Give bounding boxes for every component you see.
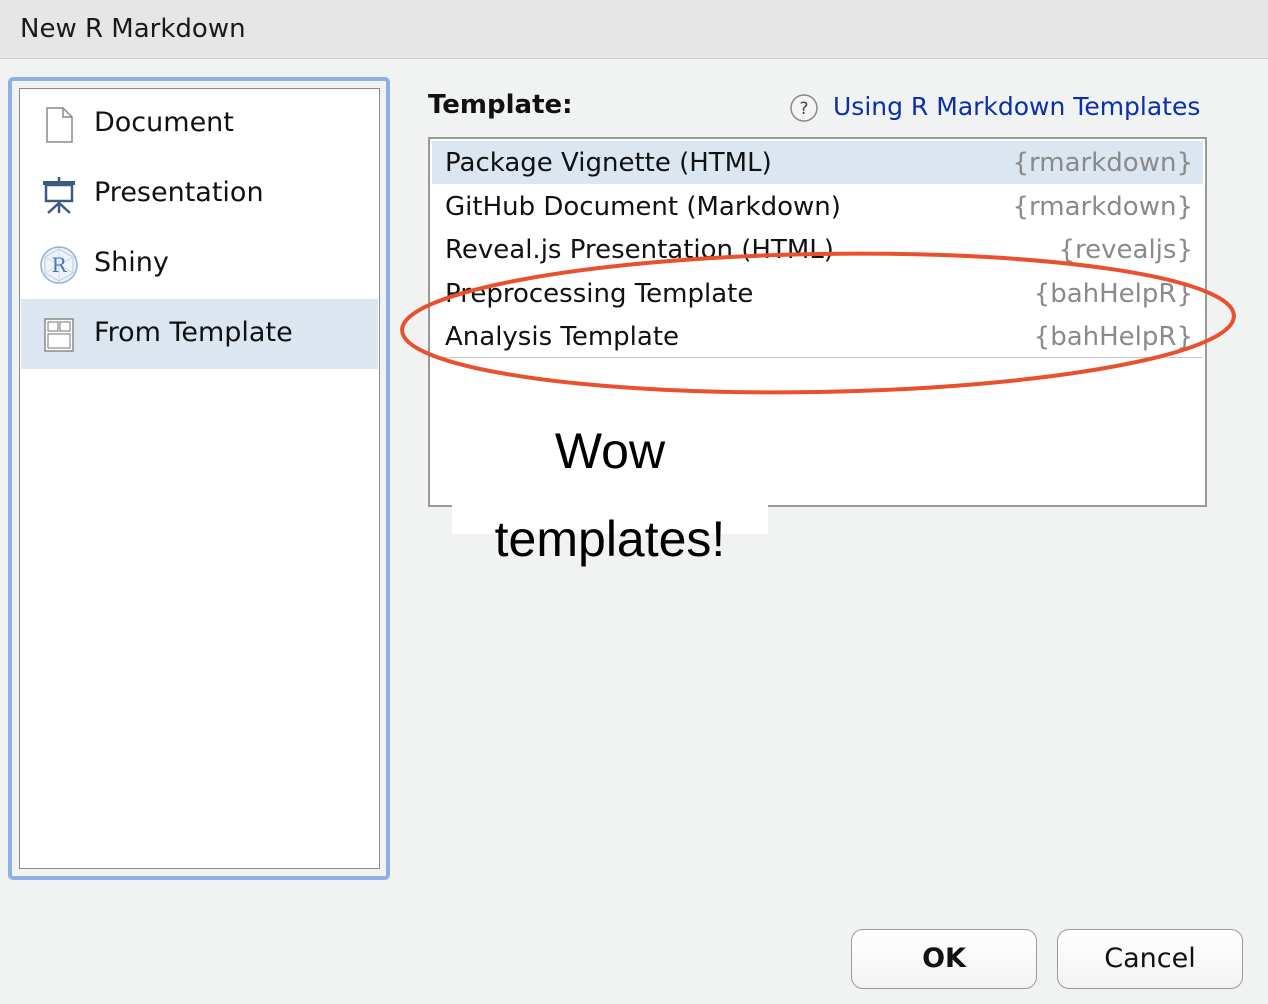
sidebar-item-label: Document	[94, 107, 234, 138]
sidebar-item-document[interactable]: Document	[21, 89, 378, 159]
help-icon[interactable]: ?	[789, 93, 819, 123]
document-type-sidebar: Document Presentation R Shiny From Templ…	[19, 88, 380, 869]
template-row[interactable]: GitHub Document (Markdown) {rmarkdown}	[432, 185, 1203, 228]
template-name: GitHub Document (Markdown)	[445, 192, 841, 222]
shiny-icon: R	[40, 246, 78, 284]
document-icon	[46, 107, 73, 143]
template-package: {rmarkdown}	[1012, 148, 1193, 178]
template-row[interactable]: Preprocessing Template {bahHelpR}	[432, 272, 1203, 315]
callout-line-1: Wow	[554, 423, 666, 479]
dialog-title: New R Markdown	[20, 14, 246, 44]
svg-text:?: ?	[799, 99, 808, 119]
template-name: Analysis Template	[445, 322, 680, 352]
annotation-callout: Wow templates!	[452, 406, 768, 582]
list-separator	[432, 357, 1203, 358]
callout-line-2: templates!	[494, 511, 726, 567]
template-name: Preprocessing Template	[445, 279, 754, 309]
cancel-button[interactable]: Cancel	[1057, 929, 1243, 989]
svg-text:R: R	[51, 253, 67, 277]
template-row[interactable]: Reveal.js Presentation (HTML) {revealjs}	[432, 228, 1203, 271]
sidebar-item-shiny[interactable]: R Shiny	[21, 229, 378, 299]
template-name: Reveal.js Presentation (HTML)	[445, 235, 834, 265]
template-package: {bahHelpR}	[1033, 322, 1193, 352]
ok-button[interactable]: OK	[851, 929, 1037, 989]
sidebar-item-presentation[interactable]: Presentation	[21, 159, 378, 229]
presentation-icon	[43, 177, 75, 214]
template-package: {rmarkdown}	[1012, 192, 1193, 222]
template-package: {revealjs}	[1058, 235, 1193, 265]
sidebar-item-label: Shiny	[94, 247, 169, 278]
template-heading: Template:	[428, 90, 573, 120]
sidebar-item-from-template[interactable]: From Template	[21, 299, 378, 369]
sidebar-item-label: From Template	[94, 317, 293, 348]
template-name: Package Vignette (HTML)	[445, 148, 772, 178]
template-row[interactable]: Analysis Template {bahHelpR}	[432, 315, 1203, 358]
template-package: {bahHelpR}	[1033, 279, 1193, 309]
using-templates-link[interactable]: Using R Markdown Templates	[833, 92, 1200, 121]
sidebar-item-label: Presentation	[94, 177, 264, 208]
template-row[interactable]: Package Vignette (HTML) {rmarkdown}	[432, 141, 1203, 184]
template-icon	[44, 318, 74, 352]
dialog-titlebar: New R Markdown	[0, 0, 1268, 59]
